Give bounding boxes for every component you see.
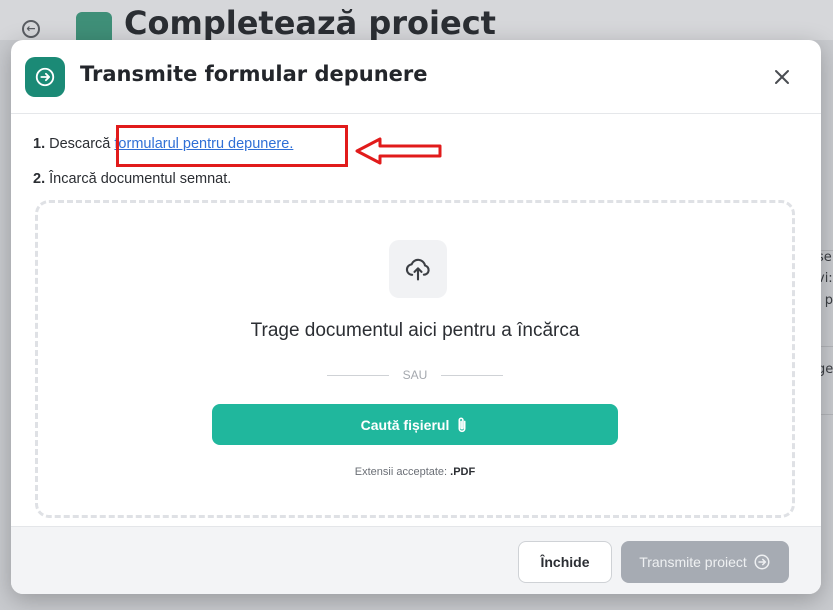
submit-form-modal: Transmite formular depunere 1. Descarcă …	[11, 40, 821, 594]
link-highlight-box	[116, 125, 348, 167]
close-icon[interactable]	[767, 62, 797, 92]
divider	[326, 374, 389, 376]
upload-dropzone[interactable]: Trage documentul aici pentru a încărca S…	[35, 200, 795, 518]
extensions-label: Extensii acceptate:	[354, 466, 451, 478]
page-title: Completează proiect	[124, 4, 496, 42]
arrow-right-circle-icon	[754, 554, 770, 570]
dropzone-text: Trage documentul aici pentru a încărca	[250, 320, 580, 341]
step-upload: 2. Încarcă documentul semnat.	[33, 171, 231, 187]
divider	[441, 374, 504, 376]
step-number: 1.	[33, 136, 46, 152]
close-button[interactable]: Închide	[518, 541, 612, 583]
browse-file-button[interactable]: Caută fișierul	[212, 404, 618, 445]
step-text: Descarcă	[49, 136, 115, 152]
submit-label: Transmite proiect	[639, 554, 747, 570]
arrow-right-circle-icon	[25, 57, 65, 97]
modal-title: Transmite formular depunere	[80, 62, 428, 86]
step-number: 2.	[33, 171, 46, 187]
or-separator: SAU	[38, 368, 792, 382]
cloud-upload-icon	[389, 240, 447, 298]
submit-project-button[interactable]: Transmite proiect	[621, 541, 789, 583]
pointer-arrow-icon	[355, 137, 442, 165]
accepted-extensions: Extensii acceptate: .PDF	[38, 466, 792, 478]
step-text: Încarcă documentul semnat.	[49, 171, 232, 187]
extensions-value: .PDF	[450, 466, 476, 478]
paperclip-icon	[458, 416, 466, 432]
modal-footer: Închide Transmite proiect	[11, 526, 821, 594]
modal-header: Transmite formular depunere	[11, 40, 821, 114]
browse-label: Caută fișierul	[360, 416, 450, 433]
or-text: SAU	[402, 368, 428, 382]
back-icon[interactable]: ←	[22, 20, 40, 38]
